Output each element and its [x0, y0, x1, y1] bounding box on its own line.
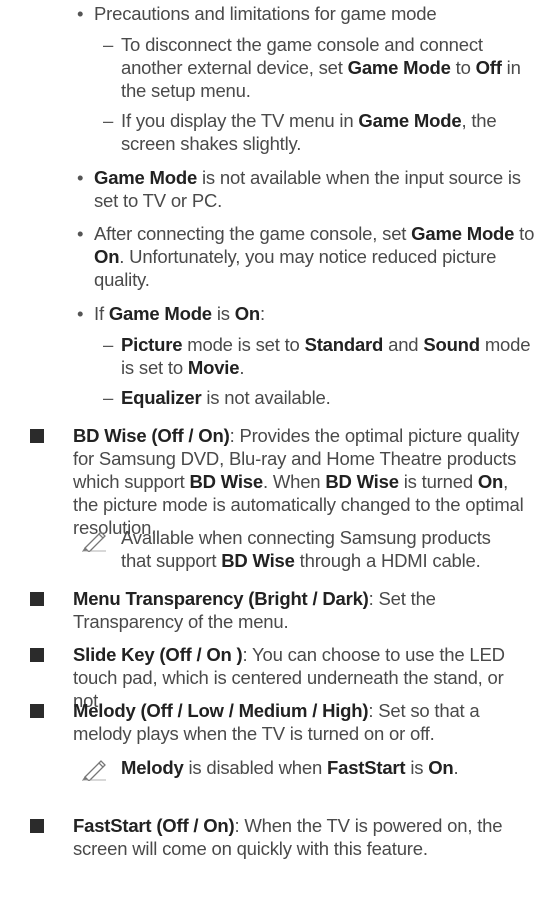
bullet-after-connecting: After connecting the game console, set G…: [77, 222, 539, 291]
pencil-note-icon: [82, 760, 106, 781]
sub-item-picture-sound-mode: Picture mode is set to Standard and Soun…: [103, 333, 536, 379]
pencil-note-icon: [82, 531, 106, 552]
bullet-game-mode-precautions: Precautions and limitations for game mod…: [77, 2, 534, 25]
square-bullet-icon: [30, 819, 44, 833]
bd-wise-note: Available when connecting Samsung produc…: [121, 527, 491, 571]
menu-transparency-item: Menu Transparency (Bright / Dark): Set t…: [73, 588, 436, 632]
square-bullet-icon: [30, 592, 44, 606]
manual-page: Precautions and limitations for game mod…: [0, 0, 541, 902]
bullet-if-game-mode-on: If Game Mode is On:: [77, 302, 534, 325]
sub-item-disconnect-console: To disconnect the game console and conne…: [103, 33, 536, 102]
melody-item: Melody (Off / Low / Medium / High): Set …: [73, 700, 480, 744]
sub-item-equalizer: Equalizer is not available.: [103, 386, 536, 409]
square-bullet-icon: [30, 648, 44, 662]
sub-item-tv-menu-shakes: If you display the TV menu in Game Mode,…: [103, 109, 531, 155]
square-bullet-icon: [30, 429, 44, 443]
faststart-item: FastStart (Off / On): When the TV is pow…: [73, 815, 503, 859]
bullet-game-mode-not-available: Game Mode is not available when the inpu…: [77, 166, 524, 212]
bd-wise-item: BD Wise (Off / On): Provides the optimal…: [73, 425, 524, 538]
square-bullet-icon: [30, 704, 44, 718]
melody-note: Melody is disabled when FastStart is On.: [121, 757, 459, 778]
